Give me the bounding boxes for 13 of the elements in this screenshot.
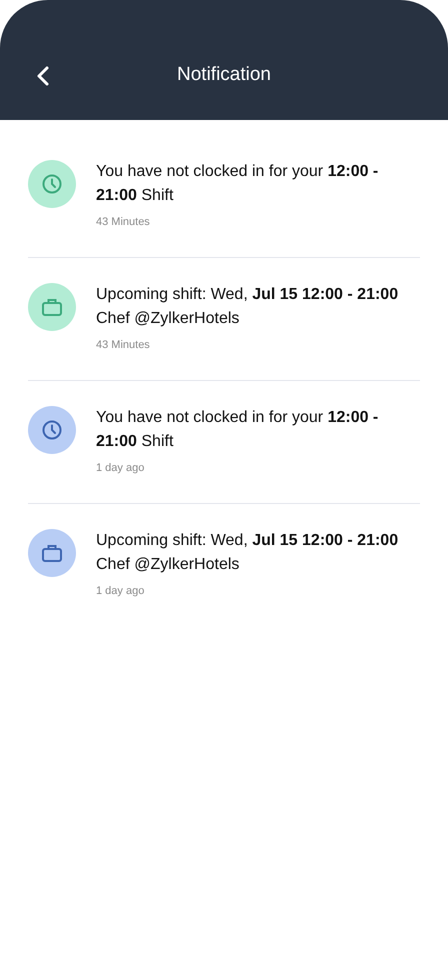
notification-time: 1 day ago (96, 585, 146, 597)
notification-time: 1 day ago (96, 462, 146, 474)
clock-icon (41, 419, 63, 441)
bag-icon (41, 542, 63, 564)
notification-message: You have not clocked in for your 12:00 - 21:00 Shift (96, 408, 380, 452)
notification-message: Upcoming shift: Wed, Jul 15 12:00 - 21:00 Chef @ZylkerHotels (96, 285, 400, 329)
clock-icon (41, 173, 63, 195)
bag-icon (41, 296, 63, 318)
notification-time: 43 Minutes (96, 216, 151, 228)
notification-message: You have not clocked in for your 12:00 - 21:00 Shift (96, 162, 380, 206)
notification-time: 43 Minutes (96, 339, 151, 351)
page-title: Notification (177, 64, 271, 86)
notification-message: Upcoming shift: Wed, Jul 15 12:00 - 21:00 Chef @ZylkerHotels (96, 531, 400, 575)
